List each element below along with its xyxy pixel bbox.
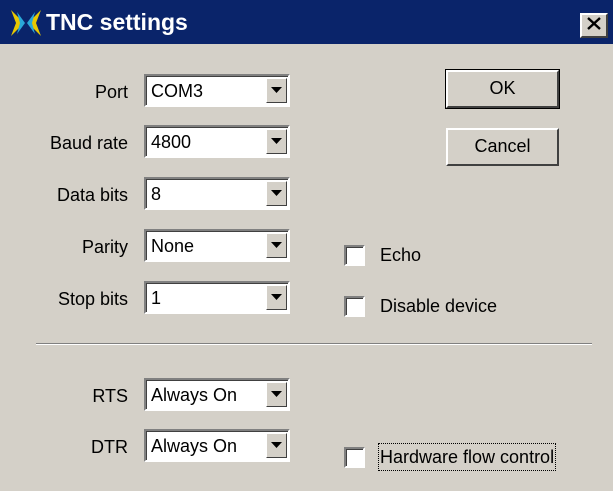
hardware-flow-control-checkbox-row[interactable]: Hardware flow control	[344, 443, 592, 471]
butterfly-app-icon	[9, 6, 43, 40]
parity-select[interactable]: None	[144, 229, 290, 262]
baud-rate-dropdown-button[interactable]	[266, 129, 287, 154]
baud-rate-label: Baud rate	[49, 133, 128, 153]
title-bar[interactable]: TNC settings	[0, 0, 613, 44]
chevron-down-icon	[271, 391, 282, 397]
chevron-down-icon	[271, 87, 282, 93]
baud-rate-value: 4800	[151, 132, 192, 152]
port-select[interactable]: COM3	[144, 74, 290, 107]
dtr-value: Always On	[151, 436, 238, 456]
disable-device-checkbox-row[interactable]: Disable device	[344, 294, 544, 320]
close-button[interactable]	[580, 13, 608, 38]
data-bits-label: Data bits	[56, 185, 128, 205]
parity-label: Parity	[81, 237, 128, 257]
port-label: Port	[94, 82, 128, 102]
hardware-flow-control-checkbox[interactable]	[344, 447, 365, 468]
section-divider	[36, 343, 592, 345]
dtr-dropdown-button[interactable]	[266, 433, 287, 458]
echo-checkbox[interactable]	[344, 245, 365, 266]
rts-label: RTS	[92, 386, 128, 406]
chevron-down-icon	[271, 138, 282, 144]
chevron-down-icon	[271, 242, 282, 248]
echo-checkbox-row[interactable]: Echo	[344, 243, 504, 269]
stop-bits-label: Stop bits	[57, 289, 128, 309]
data-bits-select[interactable]: 8	[144, 177, 290, 210]
hardware-flow-control-label: Hardware flow control	[377, 443, 557, 471]
disable-device-checkbox[interactable]	[344, 296, 365, 317]
cancel-button[interactable]: Cancel	[446, 128, 559, 166]
tnc-settings-dialog: TNC settings Port COM3 Baud rate 4800 Da…	[0, 0, 613, 491]
disable-device-label: Disable device	[380, 296, 498, 316]
port-dropdown-button[interactable]	[266, 78, 287, 103]
close-icon	[587, 16, 601, 35]
stop-bits-dropdown-button[interactable]	[266, 285, 287, 310]
chevron-down-icon	[271, 190, 282, 196]
stop-bits-select[interactable]: 1	[144, 281, 290, 314]
data-bits-value: 8	[151, 184, 162, 204]
chevron-down-icon	[271, 294, 282, 300]
parity-value: None	[151, 236, 195, 256]
data-bits-dropdown-button[interactable]	[266, 181, 287, 206]
parity-dropdown-button[interactable]	[266, 233, 287, 258]
rts-dropdown-button[interactable]	[266, 382, 287, 407]
stop-bits-value: 1	[151, 288, 162, 308]
echo-label: Echo	[380, 245, 422, 265]
rts-select[interactable]: Always On	[144, 378, 290, 411]
rts-value: Always On	[151, 385, 238, 405]
window-title: TNC settings	[46, 9, 188, 35]
dtr-select[interactable]: Always On	[144, 429, 290, 462]
chevron-down-icon	[271, 442, 282, 448]
port-value: COM3	[151, 81, 204, 101]
baud-rate-select[interactable]: 4800	[144, 125, 290, 158]
dtr-label: DTR	[91, 437, 128, 457]
ok-button[interactable]: OK	[445, 69, 560, 109]
